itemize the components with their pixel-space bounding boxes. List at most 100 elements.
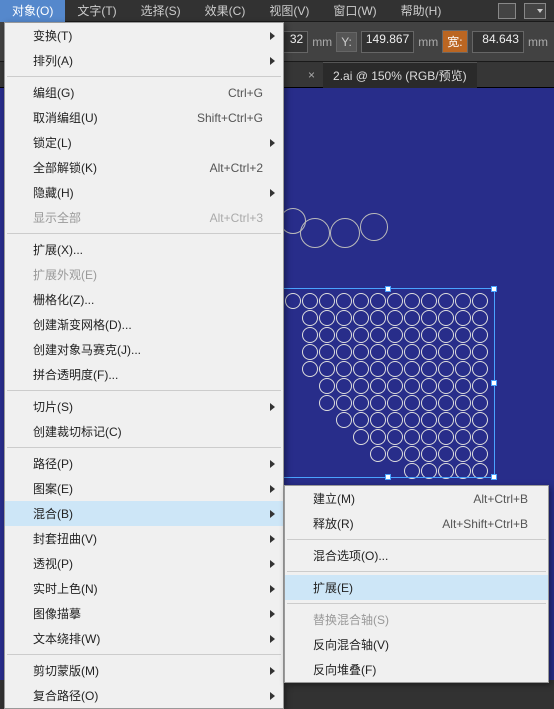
menu-item-label: 透视(P) <box>33 555 73 572</box>
menu-item[interactable]: 实时上色(N) <box>5 576 283 601</box>
menu-item-label: 封套扭曲(V) <box>33 530 97 547</box>
menu-item[interactable]: 文本绕排(W) <box>5 626 283 651</box>
menu-item[interactable]: 剪切蒙版(M) <box>5 658 283 683</box>
menu-item-label: 全部解锁(K) <box>33 159 97 176</box>
menubar: 对象(O) 文字(T) 选择(S) 效果(C) 视图(V) 窗口(W) 帮助(H… <box>0 0 554 22</box>
handle-s[interactable] <box>385 474 391 480</box>
w-label: 宽: <box>442 30 467 53</box>
menu-item[interactable]: 反向堆叠(F) <box>285 657 548 682</box>
menu-item-label: 创建对象马赛克(J)... <box>33 341 141 358</box>
menu-item-label: 混合选项(O)... <box>313 547 388 564</box>
menu-item-label: 路径(P) <box>33 455 73 472</box>
tab-close-icon[interactable]: × <box>300 68 323 82</box>
menu-item-label: 拼合透明度(F)... <box>33 366 118 383</box>
document-tab[interactable]: 2.ai @ 150% (RGB/预览) <box>323 62 477 88</box>
selection-box[interactable] <box>280 288 495 478</box>
menu-item-label: 复合路径(O) <box>33 687 98 704</box>
menu-item[interactable]: 混合(B) <box>5 501 283 526</box>
menu-shortcut: Alt+Ctrl+3 <box>210 211 263 225</box>
menu-type[interactable]: 文字(T) <box>65 0 128 22</box>
separator <box>287 571 546 572</box>
menu-item[interactable]: 取消编组(U) Shift+Ctrl+G <box>5 105 283 130</box>
menu-shortcut: Ctrl+G <box>228 86 263 100</box>
menu-item-label: 取消编组(U) <box>33 109 98 126</box>
menu-item[interactable]: 扩展(X)... <box>5 237 283 262</box>
separator <box>7 447 281 448</box>
separator <box>7 390 281 391</box>
menu-item[interactable]: 全部解锁(K) Alt+Ctrl+2 <box>5 155 283 180</box>
menu-item[interactable]: 建立(M)Alt+Ctrl+B <box>285 486 548 511</box>
separator <box>287 603 546 604</box>
separator <box>7 76 281 77</box>
menu-view[interactable]: 视图(V) <box>257 0 321 22</box>
w-unit: mm <box>528 35 548 49</box>
menu-item[interactable]: 排列(A) <box>5 48 283 73</box>
menu-item-label: 锁定(L) <box>33 134 72 151</box>
menu-item: 替换混合轴(S) <box>285 607 548 632</box>
menu-shortcut: Alt+Ctrl+B <box>473 492 528 506</box>
y-unit: mm <box>418 35 438 49</box>
menu-item[interactable]: 锁定(L) <box>5 130 283 155</box>
menu-item[interactable]: 释放(R) Alt+Shift+Ctrl+B <box>285 511 548 536</box>
menu-item-label: 混合(B) <box>33 505 73 522</box>
menu-item[interactable]: 栅格化(Z)... <box>5 287 283 312</box>
menu-item-label: 扩展(E) <box>313 579 353 596</box>
menu-item-label: 图案(E) <box>33 480 73 497</box>
menu-item[interactable]: 反向混合轴(V) <box>285 632 548 657</box>
menu-object[interactable]: 对象(O) <box>0 0 65 22</box>
menu-item[interactable]: 变换(T) <box>5 23 283 48</box>
menu-item-label: 扩展(X)... <box>33 241 83 258</box>
y-input[interactable]: 149.867 <box>361 31 414 53</box>
menu-item[interactable]: 路径(P) <box>5 451 283 476</box>
menu-item-label: 文本绕排(W) <box>33 630 100 647</box>
menu-item-label: 切片(S) <box>33 398 73 415</box>
menu-item[interactable]: 创建裁切标记(C) <box>5 419 283 444</box>
separator <box>7 233 281 234</box>
doc-icon[interactable] <box>498 3 516 19</box>
handle-n[interactable] <box>385 286 391 292</box>
menu-shortcut: Alt+Ctrl+2 <box>210 161 263 175</box>
menu-item[interactable]: 创建渐变网格(D)... <box>5 312 283 337</box>
menu-item-label: 扩展外观(E) <box>33 266 97 283</box>
menu-item-label: 反向堆叠(F) <box>313 661 376 678</box>
menu-shortcut: Alt+Shift+Ctrl+B <box>442 517 528 531</box>
menu-item-label: 图像描摹 <box>33 605 81 622</box>
menu-item-label: 释放(R) <box>313 515 354 532</box>
menu-help[interactable]: 帮助(H) <box>389 0 454 22</box>
handle-se[interactable] <box>491 474 497 480</box>
y-label: Y: <box>336 32 357 52</box>
menu-item-label: 创建裁切标记(C) <box>33 423 122 440</box>
menu-item-label: 编组(G) <box>33 84 74 101</box>
menu-item[interactable]: 扩展(E) <box>285 575 548 600</box>
separator <box>287 539 546 540</box>
menu-item[interactable]: 拼合透明度(F)... <box>5 362 283 387</box>
menu-item-label: 隐藏(H) <box>33 184 74 201</box>
arrange-icon[interactable] <box>524 3 546 19</box>
menu-item[interactable]: 图像描摹 <box>5 601 283 626</box>
object-menu: 变换(T) 排列(A) 编组(G) Ctrl+G 取消编组(U) Shift+Ctrl+G… <box>4 22 284 709</box>
menu-select[interactable]: 选择(S) <box>129 0 193 22</box>
menu-item[interactable]: 复合路径(O) <box>5 683 283 708</box>
menu-item-label: 创建渐变网格(D)... <box>33 316 132 333</box>
menu-item-label: 替换混合轴(S) <box>313 611 389 628</box>
menu-item-label: 实时上色(N) <box>33 580 98 597</box>
menu-window[interactable]: 窗口(W) <box>321 0 388 22</box>
handle-ne[interactable] <box>491 286 497 292</box>
menu-item-label: 反向混合轴(V) <box>313 636 389 653</box>
handle-e[interactable] <box>491 380 497 386</box>
menu-item-label: 栅格化(Z)... <box>33 291 94 308</box>
menu-item[interactable]: 封套扭曲(V) <box>5 526 283 551</box>
w-input[interactable]: 84.643 <box>472 31 524 53</box>
menu-item[interactable]: 混合选项(O)... <box>285 543 548 568</box>
menu-item[interactable]: 编组(G) Ctrl+G <box>5 80 283 105</box>
menu-item[interactable]: 创建对象马赛克(J)... <box>5 337 283 362</box>
menu-item[interactable]: 隐藏(H) <box>5 180 283 205</box>
menu-item-label: 排列(A) <box>33 52 73 69</box>
blend-submenu: 建立(M)Alt+Ctrl+B 释放(R) Alt+Shift+Ctrl+B 混合选项… <box>284 485 549 683</box>
menu-effect[interactable]: 效果(C) <box>193 0 258 22</box>
menu-item[interactable]: 透视(P) <box>5 551 283 576</box>
menu-item: 扩展外观(E) <box>5 262 283 287</box>
menu-item[interactable]: 图案(E) <box>5 476 283 501</box>
menu-item[interactable]: 切片(S) <box>5 394 283 419</box>
menu-shortcut: Shift+Ctrl+G <box>197 111 263 125</box>
